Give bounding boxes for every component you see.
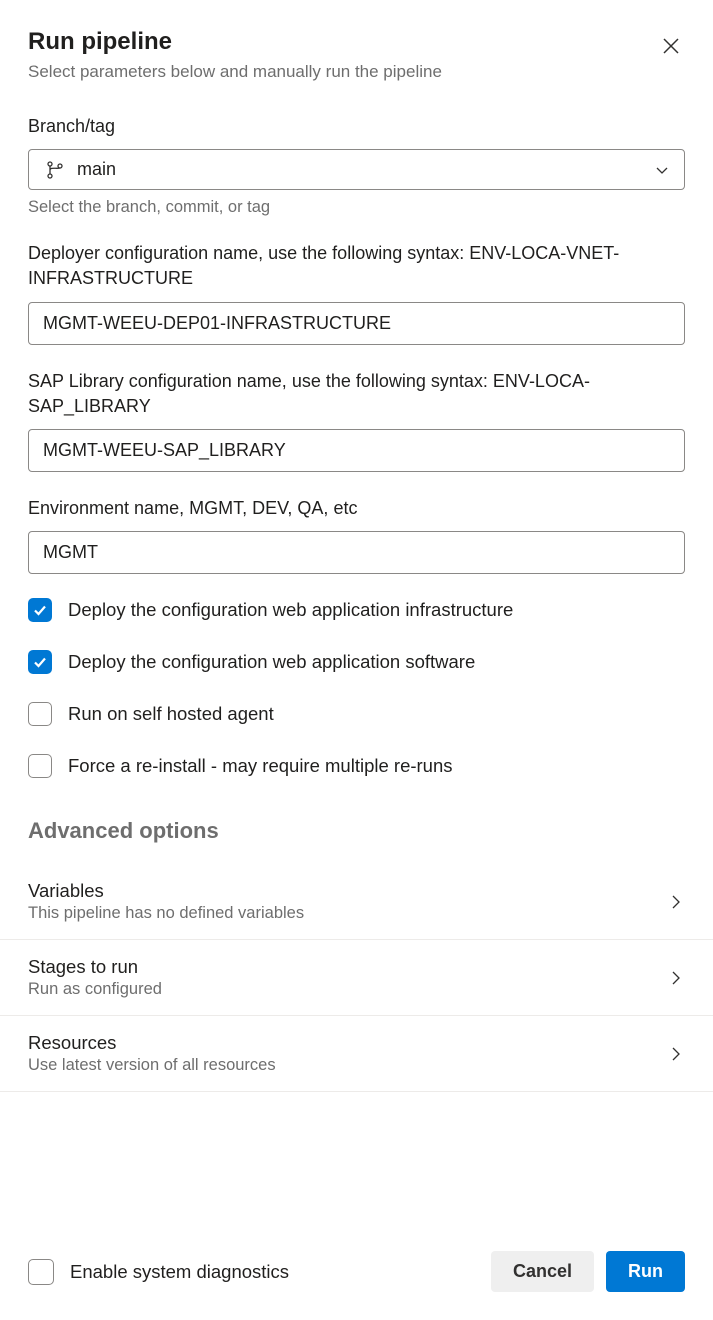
checkbox-self-hosted[interactable]: Run on self hosted agent [28, 702, 685, 726]
nav-sub: Use latest version of all resources [28, 1056, 276, 1075]
checkbox-icon [28, 702, 52, 726]
branch-helper: Select the branch, commit, or tag [28, 198, 685, 217]
branch-label: Branch/tag [28, 114, 685, 139]
checkbox-label: Run on self hosted agent [68, 703, 274, 725]
checkbox-icon [28, 1259, 54, 1285]
library-input[interactable] [28, 429, 685, 472]
checkbox-label: Force a re-install - may require multipl… [68, 755, 453, 777]
nav-resources[interactable]: Resources Use latest version of all reso… [0, 1016, 713, 1092]
checkbox-icon [28, 598, 52, 622]
chevron-right-icon [667, 969, 685, 987]
cancel-button[interactable]: Cancel [491, 1251, 594, 1292]
nav-sub: Run as configured [28, 980, 162, 999]
nav-variables[interactable]: Variables This pipeline has no defined v… [0, 864, 713, 940]
checkbox-label: Deploy the configuration web application… [68, 651, 475, 673]
checkbox-icon [28, 754, 52, 778]
close-icon [661, 36, 681, 56]
branch-value: main [77, 159, 116, 180]
deployer-input[interactable] [28, 302, 685, 345]
environment-label: Environment name, MGMT, DEV, QA, etc [28, 496, 685, 521]
nav-sub: This pipeline has no defined variables [28, 904, 304, 923]
nav-stages[interactable]: Stages to run Run as configured [0, 940, 713, 1016]
nav-title: Resources [28, 1032, 276, 1054]
checkbox-label: Enable system diagnostics [70, 1261, 289, 1283]
advanced-options-heading: Advanced options [28, 818, 685, 844]
deployer-label: Deployer configuration name, use the fol… [28, 241, 685, 291]
run-button[interactable]: Run [606, 1251, 685, 1292]
checkbox-system-diagnostics[interactable]: Enable system diagnostics [28, 1259, 289, 1285]
panel-subtitle: Select parameters below and manually run… [28, 62, 442, 82]
chevron-right-icon [667, 893, 685, 911]
chevron-right-icon [667, 1045, 685, 1063]
branch-select[interactable]: main [28, 149, 685, 190]
panel-title: Run pipeline [28, 28, 442, 56]
checkbox-deploy-software[interactable]: Deploy the configuration web application… [28, 650, 685, 674]
close-button[interactable] [657, 32, 685, 65]
chevron-down-icon [654, 162, 670, 178]
nav-title: Stages to run [28, 956, 162, 978]
checkbox-deploy-infra[interactable]: Deploy the configuration web application… [28, 598, 685, 622]
environment-input[interactable] [28, 531, 685, 574]
branch-icon [45, 160, 65, 180]
checkbox-label: Deploy the configuration web application… [68, 599, 513, 621]
nav-title: Variables [28, 880, 304, 902]
library-label: SAP Library configuration name, use the … [28, 369, 685, 419]
checkbox-force-reinstall[interactable]: Force a re-install - may require multipl… [28, 754, 685, 778]
checkbox-icon [28, 650, 52, 674]
